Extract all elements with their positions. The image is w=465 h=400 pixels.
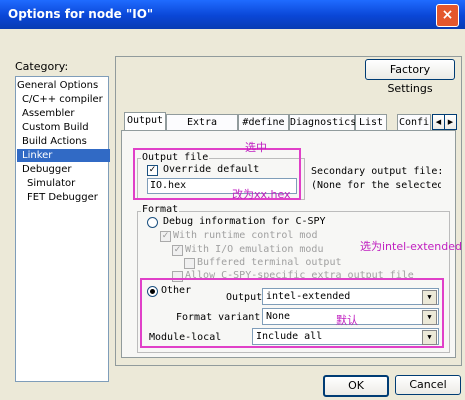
secondary-output-label: Secondary output file: bbox=[311, 166, 444, 177]
title-bar: Options for node "IO" × bbox=[0, 0, 465, 29]
close-button[interactable]: × bbox=[436, 4, 459, 27]
close-icon: × bbox=[441, 7, 454, 23]
debug-info-radio[interactable] bbox=[147, 217, 158, 228]
annotation-box-format bbox=[140, 278, 444, 348]
category-item-simulator[interactable]: Simulator bbox=[27, 177, 75, 190]
annotation-checked: 选中 bbox=[245, 141, 267, 154]
category-item-fet-debugger[interactable]: FET Debugger bbox=[27, 191, 98, 204]
category-item-compiler[interactable]: C/C++ compiler bbox=[22, 93, 103, 106]
category-item-custom-build[interactable]: Custom Build bbox=[22, 121, 89, 134]
category-item-general-options[interactable]: General Options bbox=[17, 79, 98, 92]
tab-diagnostics[interactable]: Diagnostics bbox=[289, 114, 356, 131]
category-item-linker[interactable]: Linker bbox=[17, 149, 110, 162]
io-emulation-label: With I/O emulation modu bbox=[185, 244, 324, 255]
tab-define[interactable]: #define bbox=[238, 114, 289, 131]
debug-info-label: Debug information for C-SPY bbox=[163, 216, 326, 227]
category-item-debugger[interactable]: Debugger bbox=[22, 163, 72, 176]
buffered-output-label: Buffered terminal output bbox=[197, 257, 342, 268]
factory-settings-button[interactable]: Factory Settings bbox=[365, 59, 455, 95]
tab-output[interactable]: Output bbox=[124, 112, 166, 131]
category-item-build-actions[interactable]: Build Actions bbox=[22, 135, 87, 148]
format-group-title: Format bbox=[141, 204, 180, 215]
runtime-control-label: With runtime control mod bbox=[173, 230, 318, 241]
buffered-output-checkbox[interactable] bbox=[184, 258, 195, 269]
annotation-default: 默认 bbox=[336, 314, 358, 327]
category-list[interactable]: General Options C/C++ compiler Assembler… bbox=[15, 76, 110, 382]
window-title: Options for node "IO" bbox=[8, 7, 154, 21]
tab-config[interactable]: Confi bbox=[397, 114, 431, 131]
cancel-button[interactable]: Cancel bbox=[395, 375, 461, 395]
category-item-assembler[interactable]: Assembler bbox=[22, 107, 75, 120]
runtime-control-checkbox[interactable]: ✓ bbox=[160, 231, 171, 242]
annotation-select-intel: 选为intel-extended bbox=[360, 240, 463, 253]
tab-extra-output[interactable]: Extra Output bbox=[166, 114, 238, 144]
annotation-rename: 改为xx.hex bbox=[232, 188, 291, 201]
category-label: Category: bbox=[15, 60, 69, 73]
secondary-output-value: (None for the selected fo bbox=[311, 180, 441, 191]
ok-button[interactable]: OK bbox=[323, 375, 389, 397]
tab-list[interactable]: List bbox=[355, 114, 387, 131]
io-emulation-checkbox[interactable]: ✓ bbox=[172, 245, 183, 256]
tab-scroll-right-button[interactable]: ▶ bbox=[444, 114, 457, 130]
